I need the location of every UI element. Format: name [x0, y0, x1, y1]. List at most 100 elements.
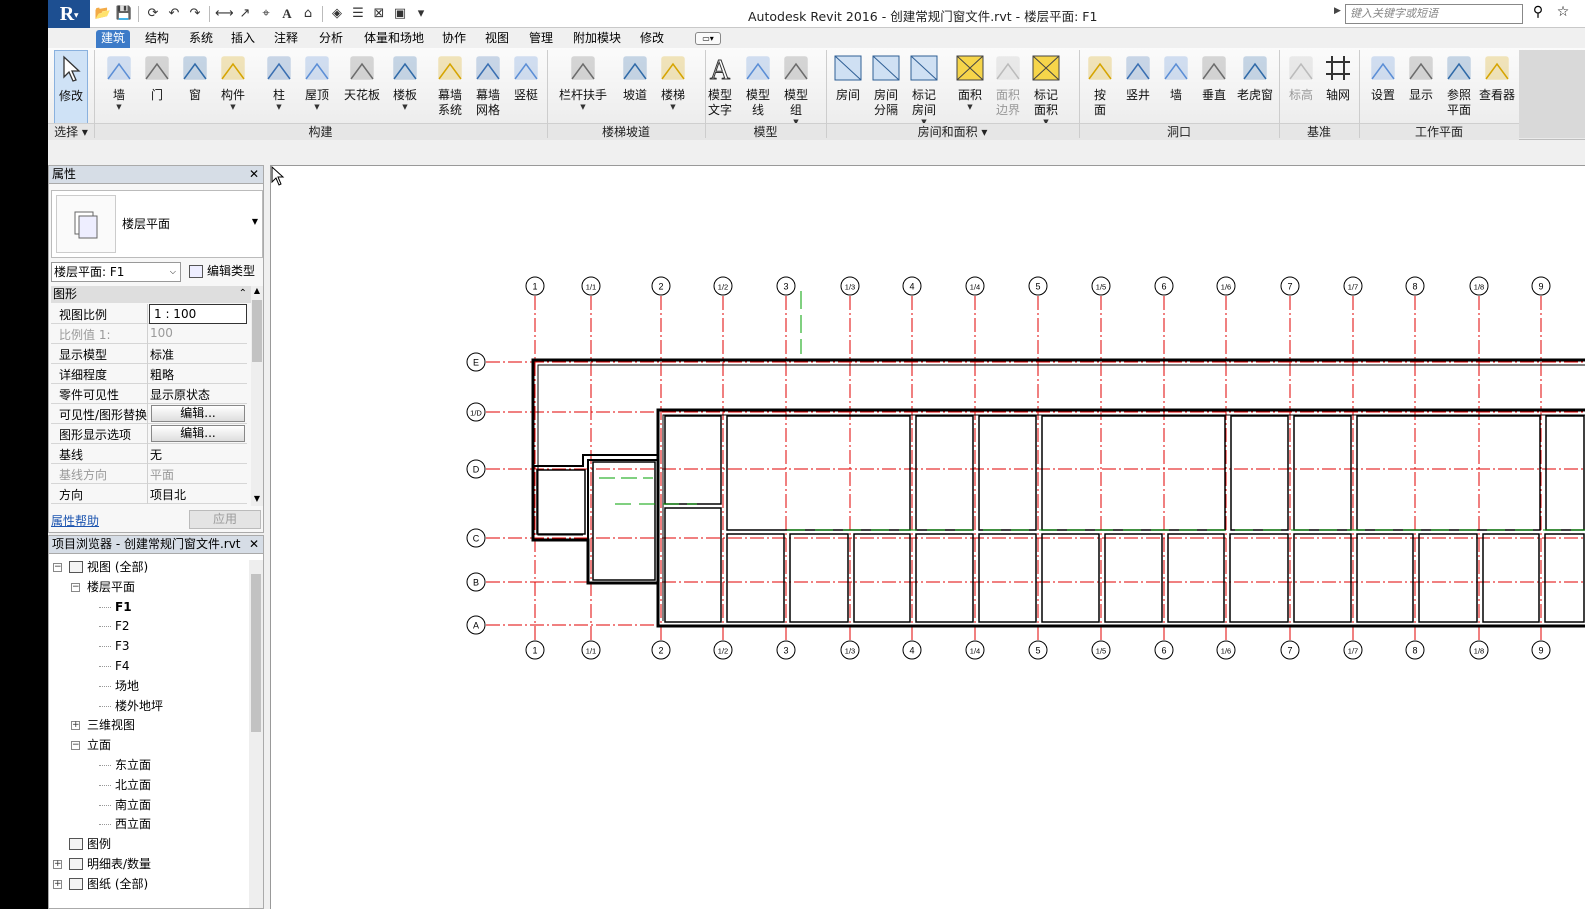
ribbon-button-wall[interactable]: 墙 ▼ — [100, 50, 138, 124]
dropdown-arrow-icon[interactable]: ▼ — [386, 103, 424, 111]
panel-label[interactable]: 房间和面积 ▾ — [826, 123, 1079, 140]
browser-item[interactable]: 楼外地坪 — [115, 697, 163, 715]
ribbon-button-by-face[interactable]: 按面 — [1081, 50, 1119, 124]
property-value[interactable]: 1 : 100 — [149, 304, 247, 324]
ribbon-button-ramp[interactable]: 坡道 — [616, 50, 654, 124]
ribbon-button-model-group[interactable]: 模型组 ▼ — [777, 50, 815, 126]
ribbon-button-grid[interactable]: 轴网 — [1319, 50, 1357, 124]
customize-icon[interactable]: ▾ — [412, 5, 430, 23]
ribbon-button-modify-cursor[interactable]: 修改 — [54, 50, 88, 124]
measure-icon[interactable]: ⟷ — [215, 5, 234, 23]
property-value[interactable]: 标准 — [150, 346, 174, 363]
browser-item[interactable]: 场地 — [115, 677, 139, 695]
browser-item[interactable]: 明细表/数量 — [69, 855, 151, 873]
browser-item[interactable]: 东立面 — [115, 756, 151, 774]
binoculars-icon[interactable]: ⚲ — [1528, 4, 1548, 24]
expand-icon[interactable]: + — [53, 860, 62, 869]
ribbon-button-dormer[interactable]: 老虎窗 — [1233, 50, 1277, 124]
ribbon-button-mullion[interactable]: 竖梃 — [507, 50, 545, 124]
application-menu-button[interactable]: R▾ — [48, 0, 90, 28]
browser-scrollbar[interactable] — [249, 560, 263, 908]
tab-3[interactable]: 插入 — [226, 30, 260, 48]
expand-icon[interactable]: + — [71, 721, 80, 731]
ribbon-display-toggle[interactable]: ▭▾ — [695, 32, 721, 45]
browser-item[interactable]: F2 — [115, 617, 130, 635]
browser-item[interactable]: 图纸 (全部) — [69, 875, 148, 893]
ribbon-button-area[interactable]: 面积 ▼ — [951, 50, 989, 124]
browser-item[interactable]: 南立面 — [115, 796, 151, 814]
browser-item[interactable]: 三维视图 — [87, 716, 135, 734]
section-icon[interactable]: ◈ — [328, 5, 346, 23]
dropdown-arrow-icon[interactable]: ▼ — [100, 103, 138, 111]
properties-help-link[interactable]: 属性帮助 — [51, 512, 99, 529]
save-icon[interactable]: 💾 — [115, 5, 133, 23]
tab-4[interactable]: 注释 — [269, 30, 303, 48]
collapse-icon[interactable]: − — [71, 741, 80, 751]
close-icon[interactable]: ✕ — [249, 166, 259, 183]
property-group-header[interactable]: 图形 ⌃ — [51, 286, 251, 303]
ribbon-button-model-line[interactable]: 模型线 — [739, 50, 777, 124]
collapse-icon[interactable]: − — [53, 563, 62, 572]
scroll-thumb[interactable] — [251, 574, 261, 732]
ribbon-button-stair[interactable]: 楼梯 ▼ — [654, 50, 692, 124]
redo-icon[interactable]: ↷ — [186, 5, 204, 23]
ribbon-button-component[interactable]: 构件 ▼ — [214, 50, 252, 124]
ribbon-button-floor[interactable]: 楼板 ▼ — [386, 50, 424, 124]
property-value[interactable]: 项目北 — [150, 486, 186, 503]
tab-6[interactable]: 体量和场地 — [359, 30, 429, 48]
tab-8[interactable]: 视图 — [480, 30, 514, 48]
ribbon-button-shaft[interactable]: 竖井 — [1119, 50, 1157, 124]
ribbon-button-vertical-opening[interactable]: 垂直 — [1195, 50, 1233, 124]
ribbon-button-window[interactable]: 窗 — [176, 50, 214, 124]
search-input[interactable]: 键入关键字或短语 — [1345, 4, 1523, 24]
ribbon-button-viewer[interactable]: 查看器 — [1478, 50, 1516, 124]
browser-item[interactable]: 北立面 — [115, 776, 151, 794]
ribbon-button-level[interactable]: 标高 — [1283, 50, 1319, 124]
edit-button[interactable]: 编辑... — [151, 425, 245, 442]
ribbon-button-ceiling[interactable]: 天花板 — [340, 50, 384, 124]
browser-item[interactable]: 立面 — [87, 736, 111, 754]
search-expand-icon[interactable]: ▶ — [1334, 6, 1344, 22]
dropdown-arrow-icon[interactable]: ▼ — [654, 103, 692, 111]
ribbon-button-ref-plane[interactable]: 参照 平面 — [1440, 50, 1478, 124]
dropdown-arrow-icon[interactable]: ▼ — [951, 103, 989, 111]
collapse-icon[interactable]: ⌃ — [239, 286, 247, 302]
ribbon-button-tag-room[interactable]: 标记 房间 ▼ — [905, 50, 943, 126]
properties-scrollbar[interactable]: ▲ ▼ — [251, 286, 263, 506]
close-hidden-icon[interactable]: ⊠ — [370, 5, 388, 23]
open-icon[interactable]: 📂 — [94, 5, 112, 23]
ribbon-button-wall-opening[interactable]: 墙 — [1157, 50, 1195, 124]
ribbon-button-show-workplane[interactable]: 显示 — [1402, 50, 1440, 124]
tab-11[interactable]: 修改 — [635, 30, 669, 48]
switch-windows-icon[interactable]: ▣ — [391, 5, 409, 23]
edit-type-button[interactable]: 编辑类型 — [187, 262, 263, 282]
ribbon-button-model-text[interactable]: A 模型 文字 — [701, 50, 739, 124]
browser-item[interactable]: F3 — [115, 637, 130, 655]
tab-5[interactable]: 分析 — [314, 30, 348, 48]
sync-icon[interactable]: ⟳ — [144, 5, 162, 23]
thin-lines-icon[interactable]: ☰ — [349, 5, 367, 23]
tag-icon[interactable]: ⌖ — [257, 5, 275, 23]
dropdown-arrow-icon[interactable]: ▼ — [260, 103, 298, 111]
undo-icon[interactable]: ↶ — [165, 5, 183, 23]
dropdown-arrow-icon[interactable]: ▼ — [553, 103, 613, 111]
ribbon-button-door[interactable]: 门 — [138, 50, 176, 124]
scroll-up-icon[interactable]: ▲ — [251, 286, 263, 298]
ribbon-button-room-separator[interactable]: 房间 分隔 — [867, 50, 905, 124]
tab-1[interactable]: 结构 — [140, 30, 174, 48]
browser-item[interactable]: 视图 (全部) — [69, 558, 148, 576]
instance-filter-select[interactable]: 楼层平面: F1 ⌵ — [51, 262, 181, 282]
browser-item[interactable]: 西立面 — [115, 815, 151, 833]
ribbon-button-set-workplane[interactable]: 设置 — [1364, 50, 1402, 124]
tab-7[interactable]: 协作 — [437, 30, 471, 48]
tab-10[interactable]: 附加模块 — [568, 30, 626, 48]
dropdown-arrow-icon[interactable]: ▼ — [214, 103, 252, 111]
3d-view-icon[interactable]: ⌂ — [299, 5, 317, 23]
ribbon-button-curtain-grid[interactable]: 幕墙 网格 — [469, 50, 507, 124]
scroll-thumb[interactable] — [252, 300, 262, 362]
apply-button[interactable]: 应用 — [189, 510, 261, 529]
close-icon[interactable]: ✕ — [249, 536, 259, 553]
type-selector[interactable]: 楼层平面 ▼ — [51, 190, 263, 258]
ribbon-button-railing[interactable]: 栏杆扶手 ▼ — [553, 50, 613, 124]
property-value[interactable]: 无 — [150, 446, 162, 463]
